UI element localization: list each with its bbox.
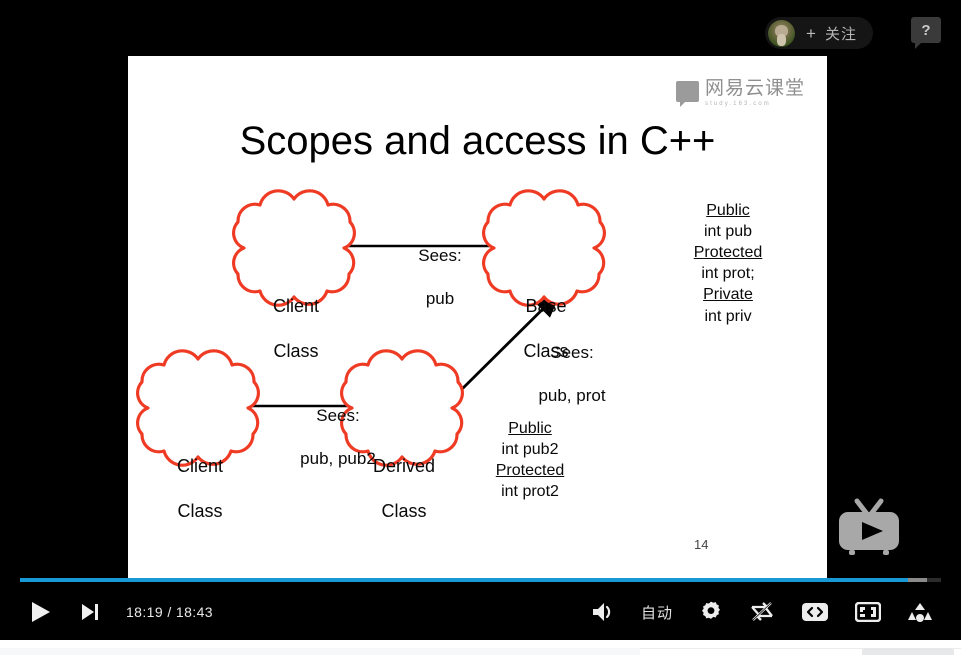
next-track-icon[interactable] [76, 598, 104, 626]
base-protected-header: Protected [693, 244, 763, 262]
question-mark-icon: ? [921, 21, 931, 39]
follow-button[interactable]: + 关注 [765, 17, 873, 49]
avatar [768, 19, 796, 47]
derived-public-member: int pub2 [501, 441, 559, 459]
embed-code-icon[interactable] [801, 602, 829, 622]
plus-icon: + [806, 23, 816, 43]
content-strip-left [0, 648, 640, 655]
progress-bar[interactable] [0, 574, 961, 584]
base-public-member: int pub [703, 223, 753, 241]
slide-canvas: 网易云课堂 study.163.com Scopes and access in… [128, 56, 827, 581]
edge-label-client-to-derived: Sees: pub, pub2 [300, 406, 376, 469]
follow-label: 关注 [824, 25, 857, 43]
derived-class-members: Public int pub2 Protected int prot2 [450, 418, 610, 502]
content-card-right[interactable] [862, 648, 954, 655]
base-class-members: Public int pub Protected int prot; Priva… [648, 200, 808, 327]
edge-label-derived-to-base: Sees: pub, prot [538, 343, 606, 406]
derived-protected-header: Protected [495, 462, 565, 480]
danmaku-icon[interactable] [907, 601, 933, 623]
time-display: 18:19 / 18:43 [126, 604, 213, 620]
help-button[interactable]: ? [911, 17, 941, 49]
loop-off-icon[interactable] [749, 601, 775, 623]
screen-root: + 关注 ? 网易云课堂 study.163.com Scopes and ac… [0, 0, 961, 655]
quality-selector[interactable]: 自动 [641, 602, 673, 623]
progress-track[interactable] [20, 578, 941, 582]
slide-page-number: 14 [694, 537, 709, 552]
gear-icon[interactable] [699, 600, 723, 624]
derived-protected-member: int prot2 [501, 483, 559, 501]
right-controls-group: 自动 [591, 600, 933, 624]
progress-played [20, 578, 908, 582]
play-icon[interactable] [26, 597, 56, 627]
fullscreen-icon[interactable] [855, 602, 881, 622]
base-public-header: Public [706, 202, 750, 219]
base-private-header: Private [703, 286, 753, 304]
volume-icon[interactable] [591, 601, 615, 623]
tv-play-badge-icon[interactable] [833, 498, 905, 560]
node-client-class-top: Client Class [272, 295, 320, 362]
derived-public-header: Public [508, 420, 552, 437]
base-private-member: int priv [704, 307, 752, 325]
base-protected-member: int prot; [701, 265, 755, 283]
video-player[interactable]: + 关注 ? 网易云课堂 study.163.com Scopes and ac… [0, 0, 961, 640]
edge-label-client-to-base: Sees: pub [418, 246, 462, 309]
control-bar: 18:19 / 18:43 自动 [0, 584, 961, 640]
